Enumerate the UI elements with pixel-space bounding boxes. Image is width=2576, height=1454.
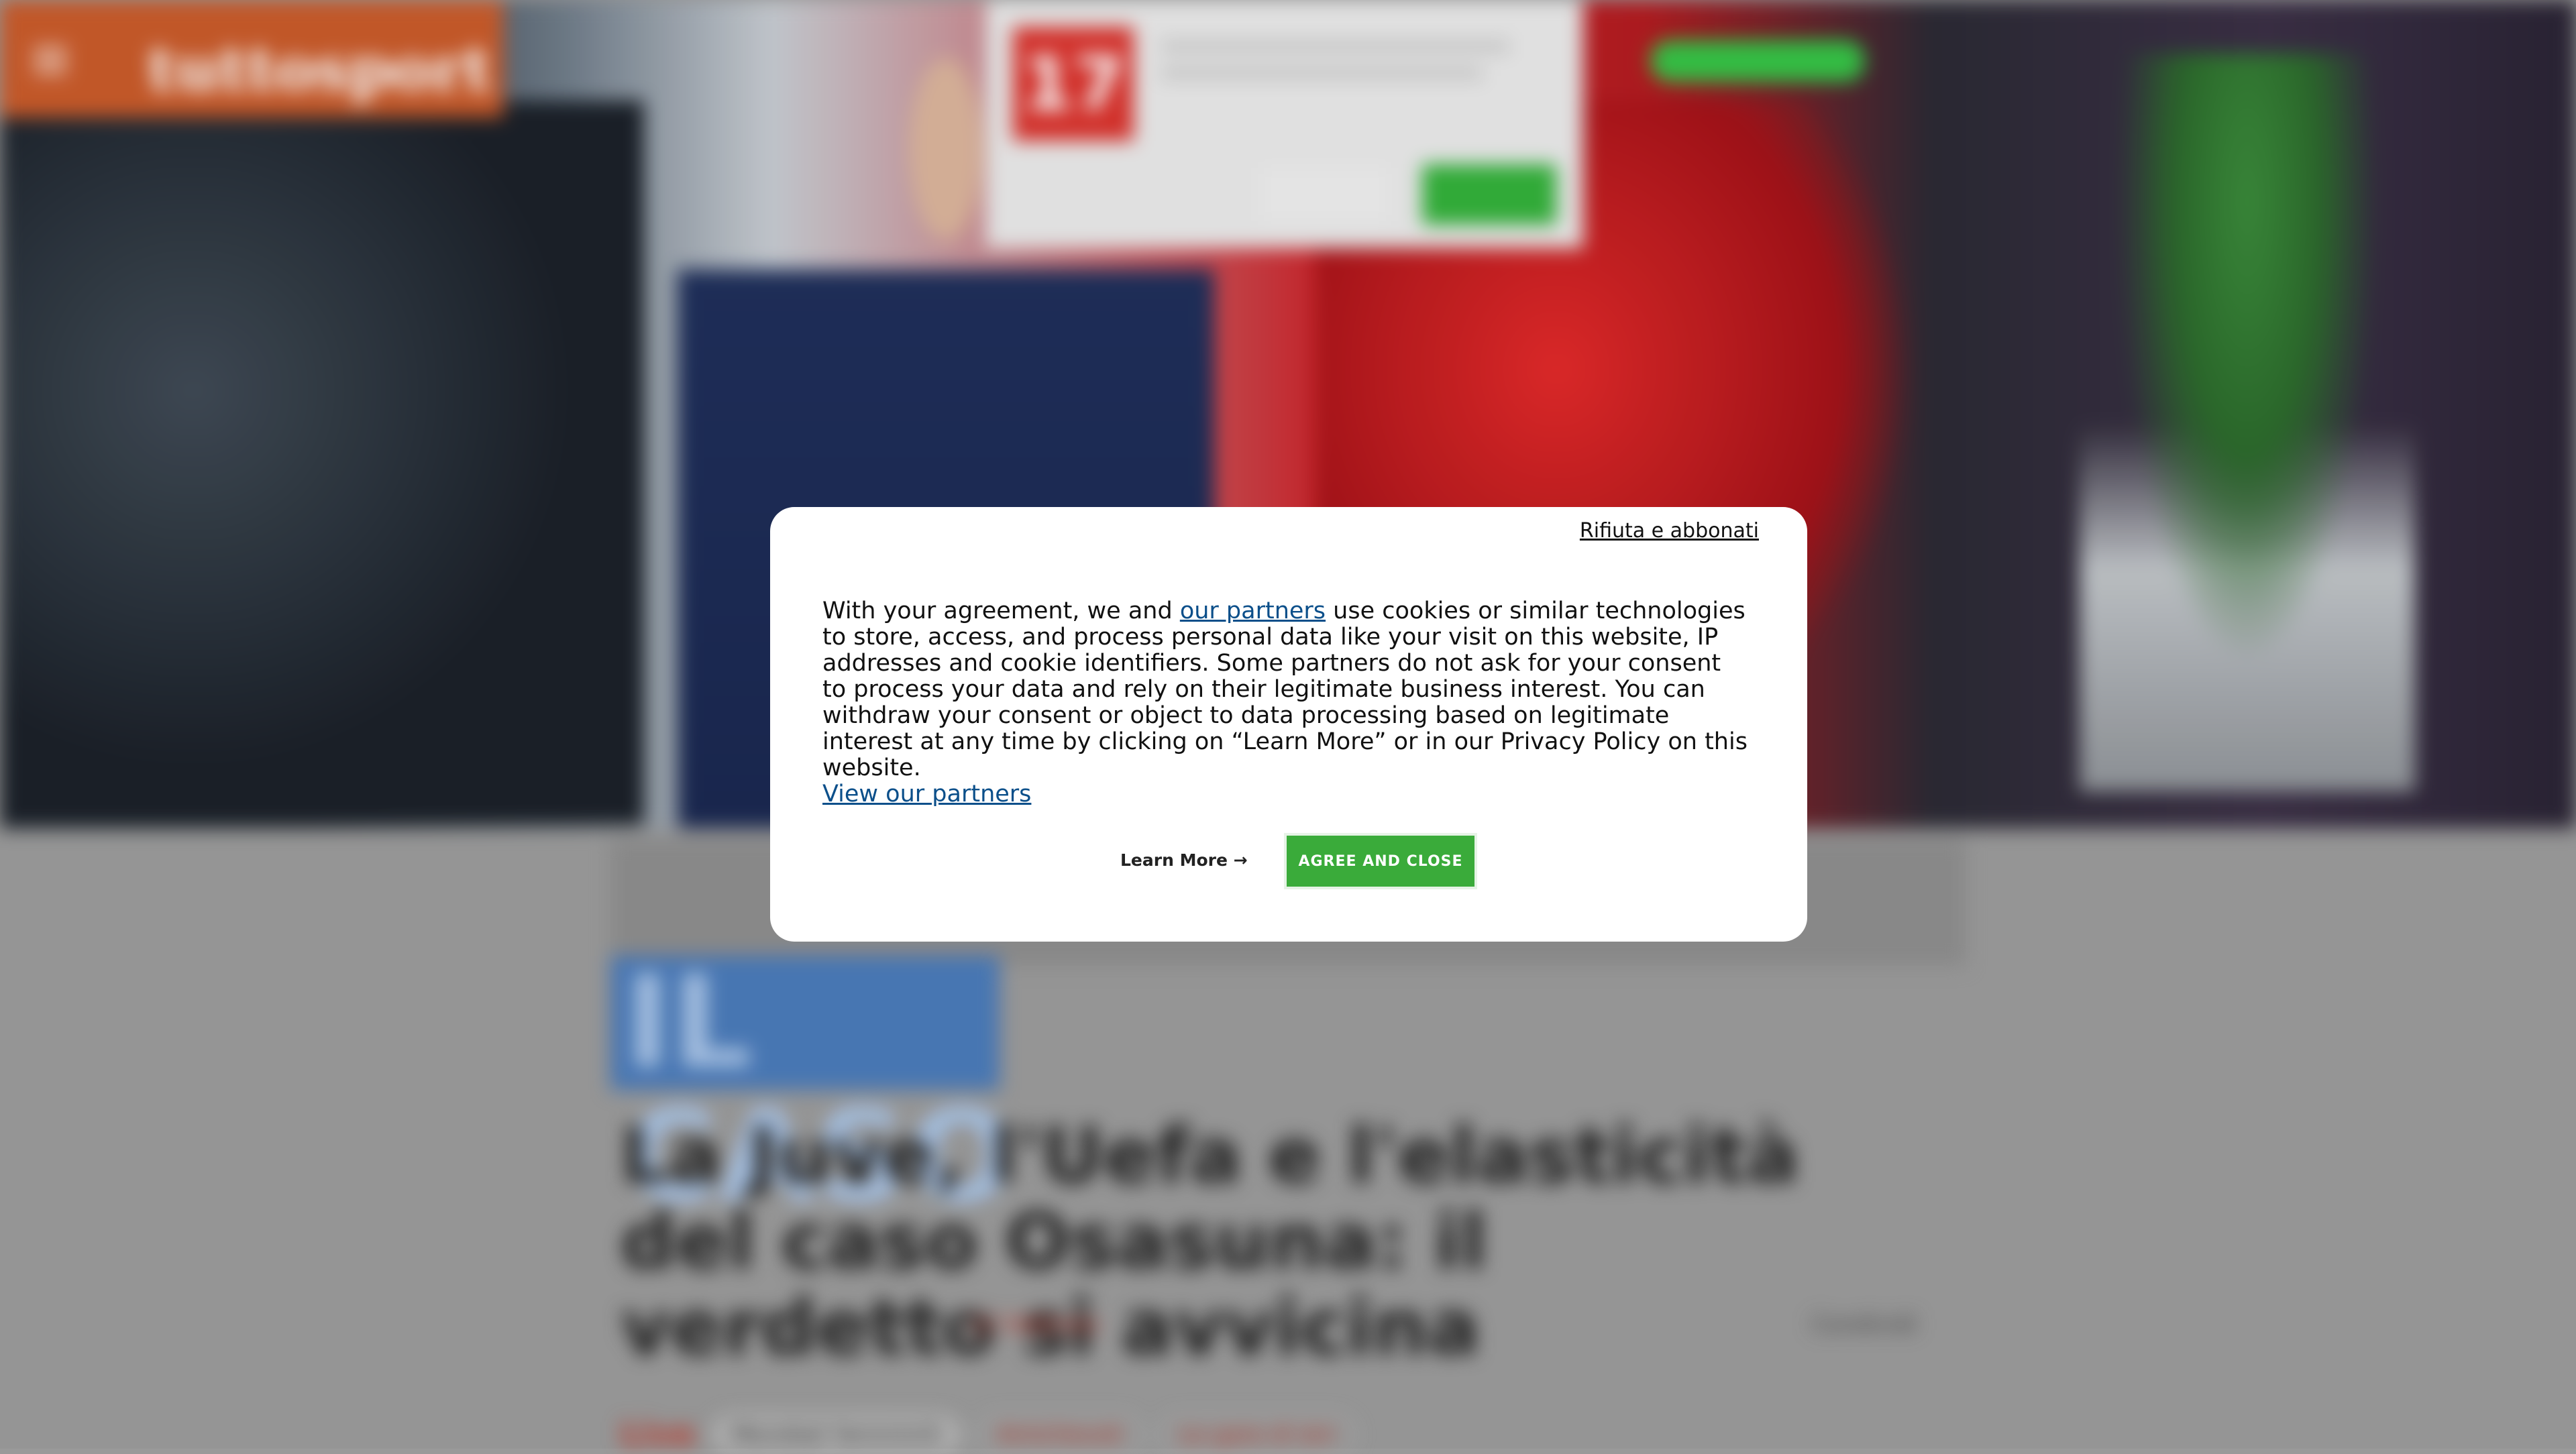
consent-dialog: Rifiuta e abbonati With your agreement, … (770, 507, 1807, 942)
learn-more-button[interactable]: Learn More → (1120, 850, 1248, 870)
consent-text-body: use cookies or similar technologies to s… (822, 598, 1748, 781)
our-partners-link[interactable]: our partners (1180, 598, 1326, 624)
consent-text-start: With your agreement, we and (822, 598, 1180, 624)
agree-and-close-button[interactable]: AGREE AND CLOSE (1287, 836, 1474, 887)
reject-and-subscribe-link[interactable]: Rifiuta e abbonati (1580, 519, 1759, 543)
view-partners-link[interactable]: View our partners (822, 781, 1031, 807)
consent-text: With your agreement, we and our partners… (822, 598, 1748, 807)
